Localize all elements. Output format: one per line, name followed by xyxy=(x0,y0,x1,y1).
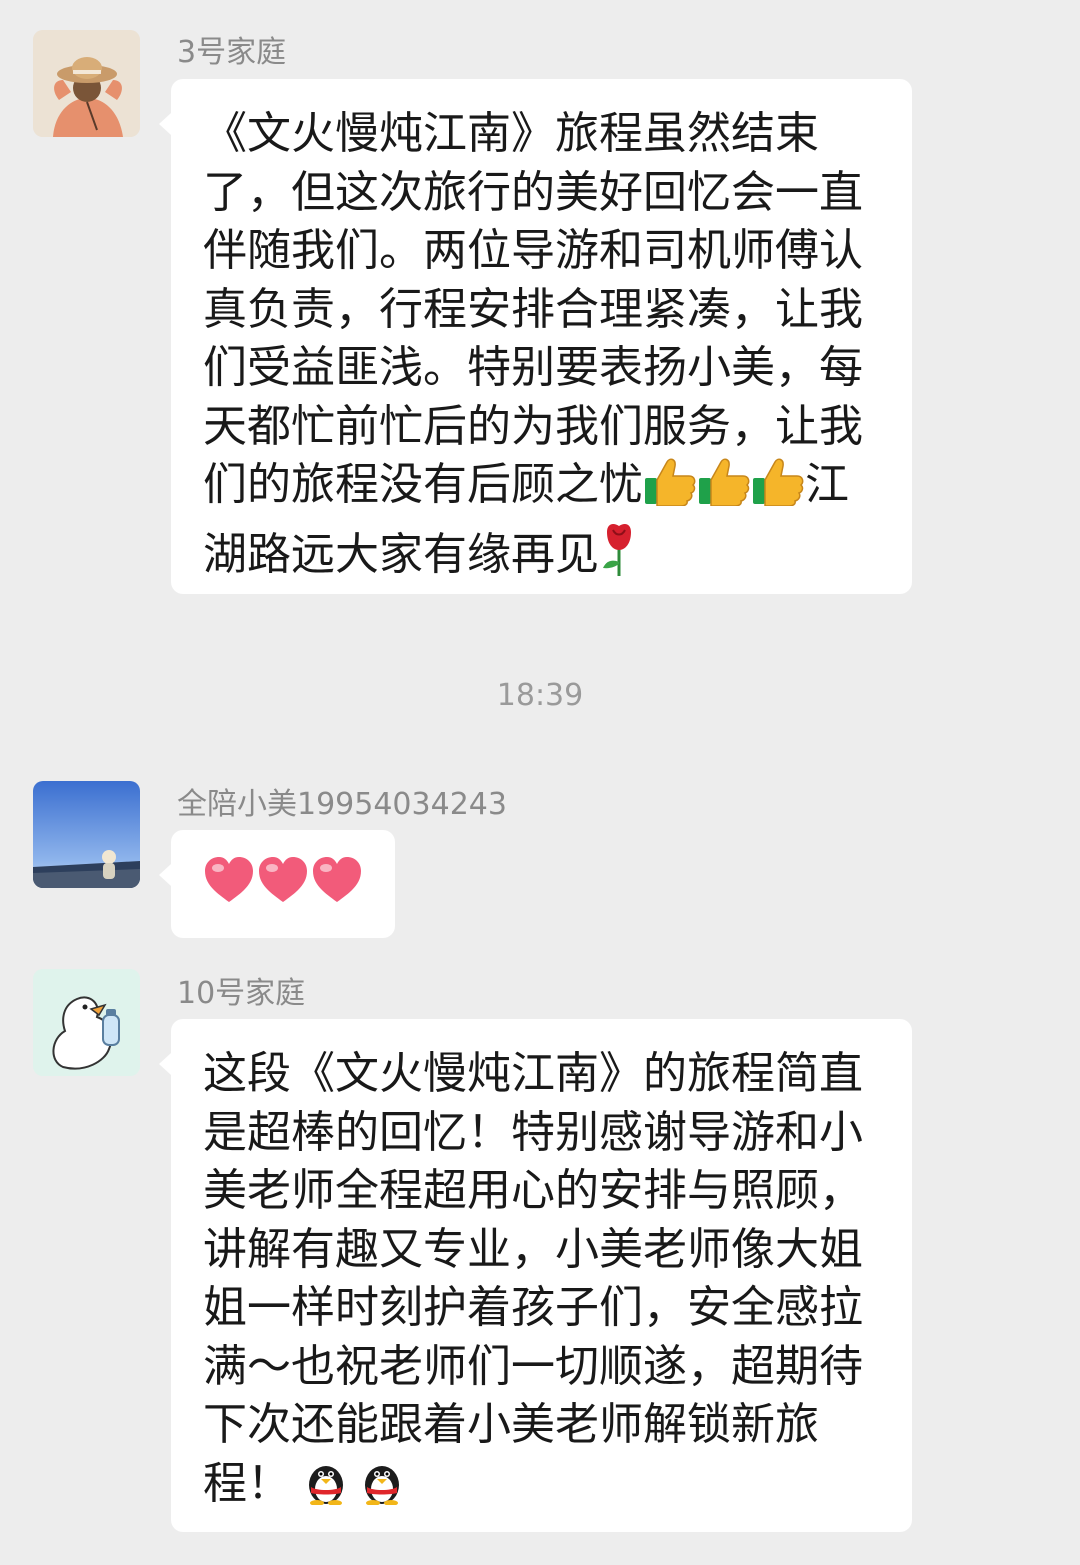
thumbs-up-icon xyxy=(697,456,751,522)
sender-name: 全陪小美19954034243 xyxy=(177,787,507,822)
message-text: 这段《文火慢炖江南》的旅程简直是超棒的回忆！特别感谢导游和小美老师全程超用心的安… xyxy=(203,1045,880,1520)
thumbs-up-icon xyxy=(751,456,805,522)
message-text-body: 《文火慢炖江南》旅程虽然结束了，但这次旅行的美好回忆会一直伴随我们。两位导游和司… xyxy=(203,108,863,510)
avatar-10hao-jiating[interactable] xyxy=(33,969,140,1076)
heart-icon xyxy=(313,857,361,902)
avatar-quanpei-xiaomei[interactable] xyxy=(33,781,140,888)
message-timestamp: 18:39 xyxy=(496,678,584,713)
penguin-icon xyxy=(301,1457,351,1521)
message-bubble[interactable]: 这段《文火慢炖江南》的旅程简直是超棒的回忆！特别感谢导游和小美老师全程超用心的安… xyxy=(159,1019,912,1532)
heart-icon xyxy=(259,857,307,902)
message-text: 《文火慢炖江南》旅程虽然结束了，但这次旅行的美好回忆会一直伴随我们。两位导游和司… xyxy=(203,105,880,591)
sender-name: 3号家庭 xyxy=(177,35,287,70)
rose-icon xyxy=(599,522,639,592)
message-bubble[interactable] xyxy=(159,830,395,938)
heart-icon xyxy=(205,857,253,902)
sender-name: 10号家庭 xyxy=(177,976,306,1011)
heart-emoji-row xyxy=(203,856,365,904)
thumbs-up-icon xyxy=(643,456,697,522)
message-text-body: 这段《文火慢炖江南》的旅程简直是超棒的回忆！特别感谢导游和小美老师全程超用心的安… xyxy=(203,1048,863,1509)
message-bubble[interactable]: 《文火慢炖江南》旅程虽然结束了，但这次旅行的美好回忆会一直伴随我们。两位导游和司… xyxy=(159,79,912,594)
avatar-3hao-jiating[interactable] xyxy=(33,30,140,137)
penguin-icon xyxy=(357,1457,407,1521)
